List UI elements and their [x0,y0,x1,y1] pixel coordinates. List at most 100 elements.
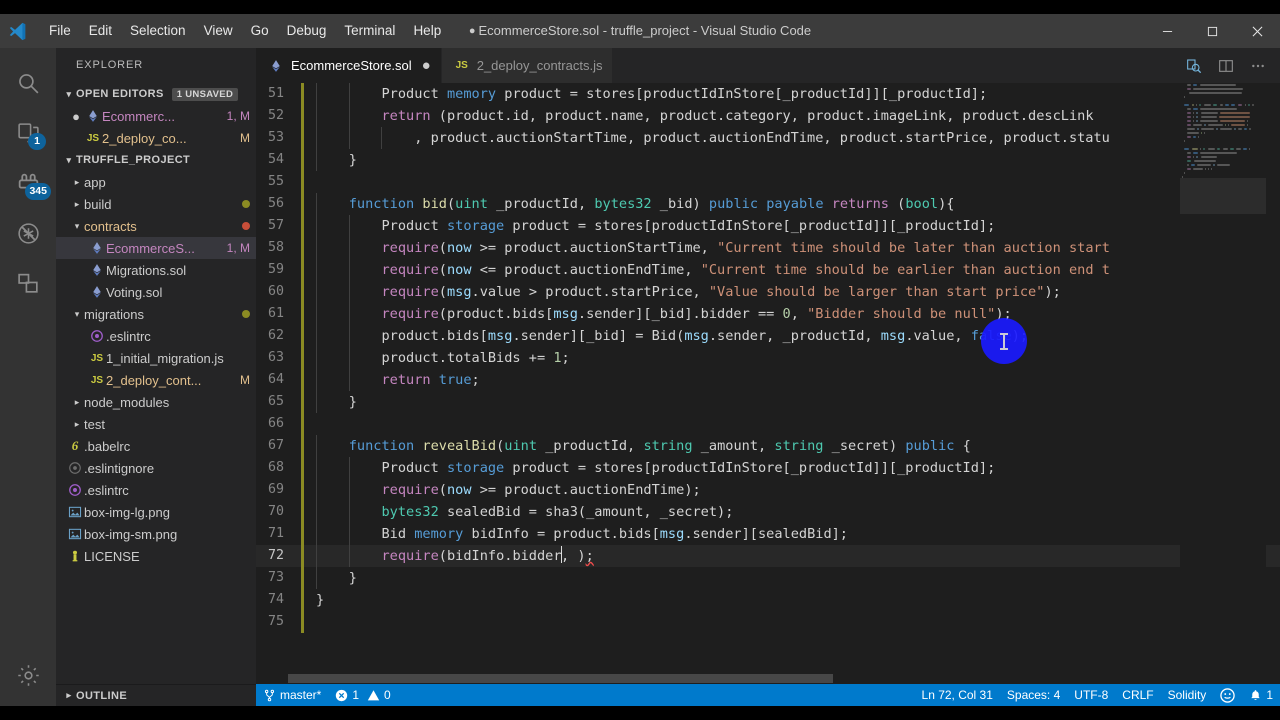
code-line[interactable]: 73 } [256,567,1280,589]
code-line[interactable]: 64 return true; [256,369,1280,391]
tree-item-eslintignore[interactable]: .eslintignore [56,457,256,479]
maximize-button[interactable] [1190,14,1235,48]
indent-guide [348,105,350,127]
extensions-icon[interactable]: 345 [0,158,56,208]
tree-item-box-img-lg-png[interactable]: box-img-lg.png [56,501,256,523]
remote-explorer-icon[interactable] [0,258,56,308]
menu-edit[interactable]: Edit [80,14,121,48]
tree-item-label: Migrations.sol [106,262,187,278]
tree-item-box-img-sm-png[interactable]: box-img-sm.png [56,523,256,545]
horizontal-scrollbar[interactable] [256,674,1180,684]
outline-label: OUTLINE [76,689,128,702]
tab-ecommercestore-sol[interactable]: EcommerceStore.sol ● [256,48,442,83]
menu-terminal[interactable]: Terminal [335,14,404,48]
status-language-mode[interactable]: Solidity [1161,684,1214,706]
tree-item-status: M [240,373,250,387]
debug-disabled-icon[interactable] [0,208,56,258]
minimap-segment [1193,112,1195,114]
indent-guide [316,215,317,237]
tree-item-2-deploy-contracts-js[interactable]: JS 2_deploy_cont... M [56,369,256,391]
source-control-icon[interactable]: 1 [0,108,56,158]
tree-item-migrations-sol[interactable]: Migrations.sol [56,259,256,281]
status-encoding[interactable]: UTF-8 [1067,684,1115,706]
open-editor-deploy-contracts[interactable]: JS 2_deploy_co... M [56,127,256,149]
code-line[interactable]: 55 [256,171,1280,193]
code-content[interactable]: 51 Product memory product = stores[produ… [256,83,1280,684]
code-line[interactable]: 72 require(bidInfo.bidder, ); [256,545,1280,567]
tree-item-ecommercestore-sol[interactable]: EcommerceS... 1, M [56,237,256,259]
minimize-button[interactable] [1145,14,1190,48]
close-button[interactable] [1235,14,1280,48]
project-header[interactable]: TRUFFLE_PROJECT [56,149,256,171]
code-line[interactable]: 51 Product memory product = stores[produ… [256,83,1280,105]
tree-item-eslintrc[interactable]: .eslintrc [56,479,256,501]
tree-item-node-modules[interactable]: node_modules [56,391,256,413]
code-line[interactable]: 60 require(msg.value > product.startPric… [256,281,1280,303]
open-editor-ecommercestore[interactable]: ● Ecommerc... 1, M [56,105,256,127]
minimap-slider[interactable] [1180,178,1266,214]
more-actions-icon[interactable] [1244,52,1272,80]
open-editors-header[interactable]: OPEN EDITORS 1 UNSAVED [56,83,256,105]
menu-view[interactable]: View [195,14,242,48]
status-notifications[interactable]: 1 [1242,684,1280,706]
horizontal-scrollbar-thumb[interactable] [288,674,833,683]
menu-help[interactable]: Help [404,14,450,48]
tab-dirty-indicator-icon[interactable]: ● [422,58,431,73]
tree-item-migrations[interactable]: migrations [56,303,256,325]
gear-icon[interactable] [0,650,56,700]
status-feedback-smiley-icon[interactable] [1213,684,1242,706]
code-line[interactable]: 71 Bid memory bidInfo = product.bids[msg… [256,523,1280,545]
search-icon[interactable] [0,58,56,108]
tree-item-contracts[interactable]: contracts [56,215,256,237]
tree-item-voting-sol[interactable]: Voting.sol [56,281,256,303]
code-token: ( [446,196,456,212]
code-line[interactable]: 58 require(now >= product.auctionStartTi… [256,237,1280,259]
outline-header[interactable]: OUTLINE [56,684,256,706]
code-token: storage [446,218,505,234]
code-line[interactable]: 61 require(product.bids[msg.sender][_bid… [256,303,1280,325]
open-changes-icon[interactable] [1180,52,1208,80]
code-line[interactable]: 59 require(now <= product.auctionEndTime… [256,259,1280,281]
status-branch[interactable]: master* [256,684,328,706]
code-line[interactable]: 62 product.bids[msg.sender][_bid] = Bid(… [256,325,1280,347]
minimap-segment [1199,84,1237,86]
code-line[interactable]: 54 } [256,149,1280,171]
menu-go[interactable]: Go [242,14,278,48]
status-indentation[interactable]: Spaces: 4 [1000,684,1067,706]
minimap-segment [1200,108,1237,110]
vertical-scrollbar[interactable] [1266,83,1280,684]
tree-item-license[interactable]: LICENSE [56,545,256,567]
code-line[interactable]: 65 } [256,391,1280,413]
tree-item-test[interactable]: test [56,413,256,435]
tree-item-eslintrc-migrations[interactable]: .eslintrc [56,325,256,347]
code-line[interactable]: 56 function bid(uint _productId, bytes32… [256,193,1280,215]
code-line[interactable]: 68 Product storage product = stores[prod… [256,457,1280,479]
tree-item-build[interactable]: build [56,193,256,215]
menu-selection[interactable]: Selection [121,14,195,48]
status-eol[interactable]: CRLF [1115,684,1160,706]
editor-viewport[interactable]: 51 Product memory product = stores[produ… [256,83,1280,684]
dirty-indicator-icon[interactable]: ● [68,109,84,124]
split-editor-icon[interactable] [1212,52,1240,80]
minimap[interactable] [1180,83,1266,684]
code-line[interactable]: 69 require(now >= product.auctionEndTime… [256,479,1280,501]
tree-item-babelrc[interactable]: 6 .babelrc [56,435,256,457]
code-line[interactable]: 74} [256,589,1280,611]
code-line[interactable]: 66 [256,413,1280,435]
menu-file[interactable]: File [40,14,80,48]
tree-item-app[interactable]: app [56,171,256,193]
code-token: } [316,592,325,608]
status-cursor-position[interactable]: Ln 72, Col 31 [915,684,1000,706]
code-line[interactable]: 63 product.totalBids += 1; [256,347,1280,369]
code-line[interactable]: 75 [256,611,1280,633]
code-line[interactable]: 70 bytes32 sealedBid = sha3(_amount, _se… [256,501,1280,523]
status-problems[interactable]: 1 0 [328,684,397,706]
code-line[interactable]: 53 , product.auctionStartTime, product.a… [256,127,1280,149]
code-line[interactable]: 57 Product storage product = stores[prod… [256,215,1280,237]
code-line[interactable]: 52 return (product.id, product.name, pro… [256,105,1280,127]
menu-debug[interactable]: Debug [278,14,336,48]
tree-item-1-initial-migration-js[interactable]: JS 1_initial_migration.js [56,347,256,369]
code-line[interactable]: 67 function revealBid(uint _productId, s… [256,435,1280,457]
minimap-segment [1186,120,1192,122]
tab-2-deploy-contracts-js[interactable]: JS 2_deploy_contracts.js [441,48,614,83]
